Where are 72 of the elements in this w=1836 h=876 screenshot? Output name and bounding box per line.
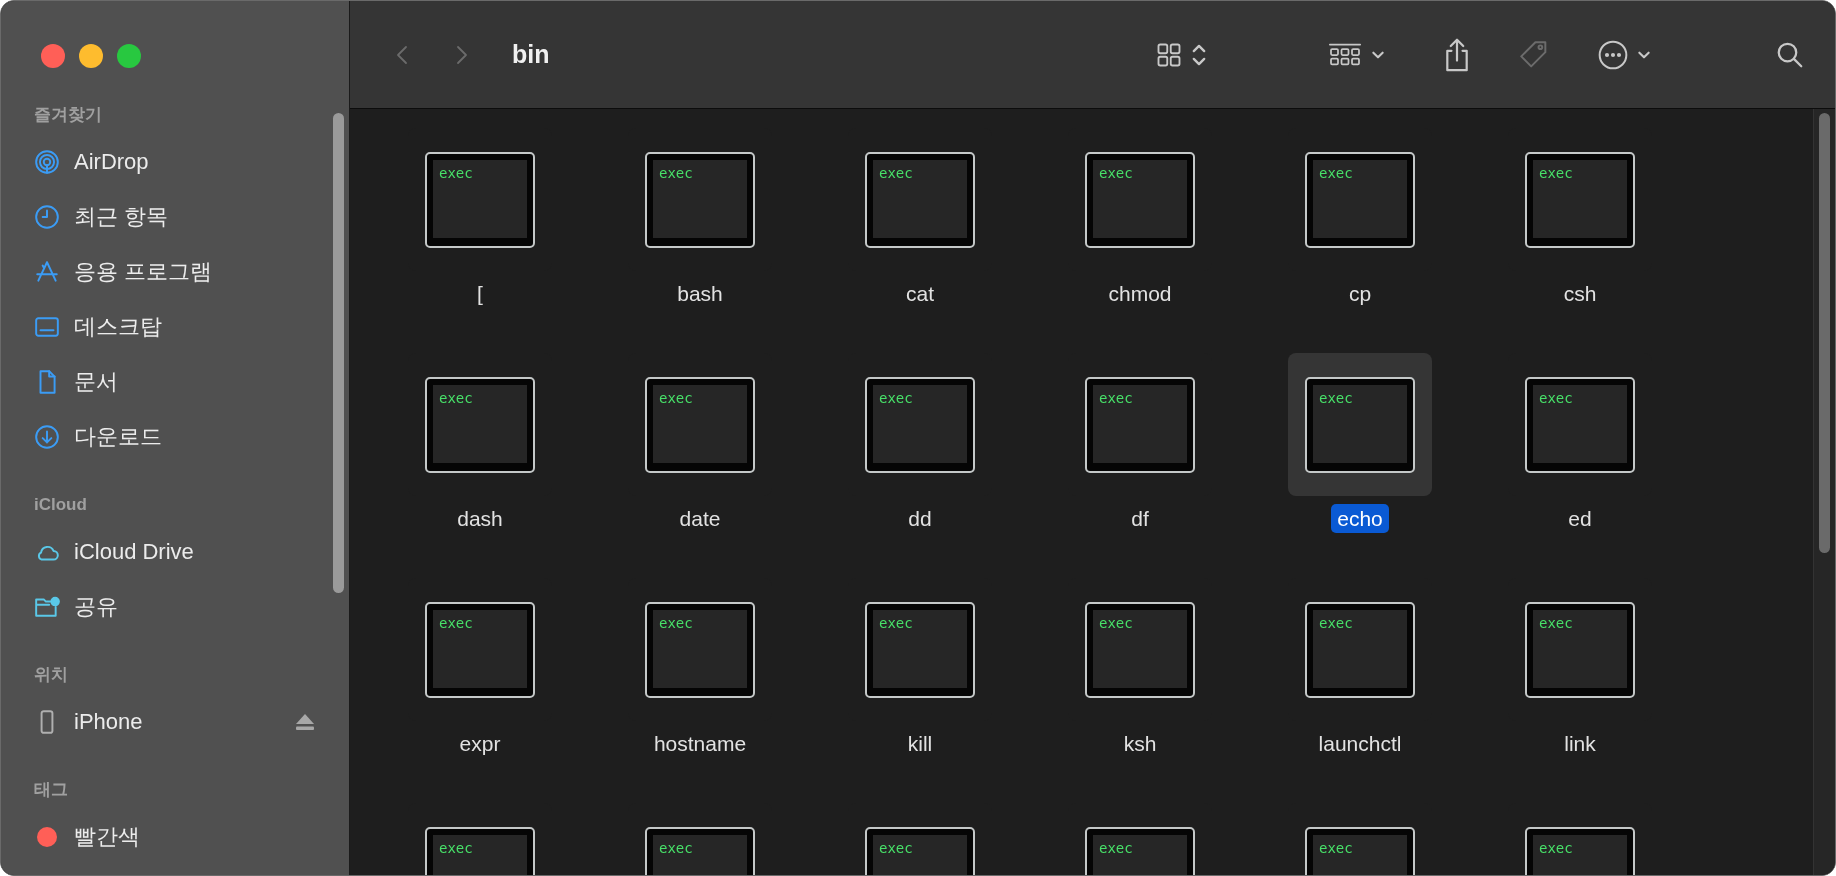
exec-label: exec (1539, 164, 1573, 181)
more-button[interactable] (1597, 38, 1651, 71)
sidebar-section-header: 위치 (34, 664, 69, 686)
sidebar-item[interactable]: 응용 프로그램 (34, 244, 385, 299)
file-name[interactable]: echo (1331, 504, 1389, 533)
zoom-window-icon[interactable] (117, 44, 141, 68)
sidebar-item[interactable]: iPhone (34, 694, 385, 749)
sidebar-section-header: 즐겨찾기 (34, 104, 103, 126)
exec-label: exec (1539, 389, 1573, 406)
file-name[interactable]: hostname (647, 729, 753, 758)
file-name[interactable]: kill (901, 729, 939, 758)
scrollbar-thumb[interactable] (1819, 113, 1830, 553)
file-item-highlight[interactable]: exec (1288, 353, 1432, 496)
airdrop-icon (34, 148, 60, 175)
app-store-icon (34, 258, 60, 285)
scrollbar-thumb[interactable] (333, 113, 344, 593)
exec-label: exec (439, 614, 473, 631)
file-name[interactable]: expr (453, 729, 507, 758)
file-name[interactable]: chmod (1102, 279, 1178, 308)
file-name[interactable]: dd (902, 504, 938, 533)
exec-label: exec (659, 614, 693, 631)
file-name[interactable]: launchctl (1312, 729, 1408, 758)
close-window-icon[interactable] (41, 44, 65, 68)
exec-label: exec (879, 839, 913, 856)
exec-label: exec (659, 839, 693, 856)
share-button[interactable] (1443, 36, 1471, 73)
share-icon (1443, 36, 1471, 73)
file-name[interactable]: link (1558, 729, 1602, 758)
sidebar-item[interactable]: 다운로드 (34, 409, 385, 464)
ellipsis-circle-icon (1597, 38, 1629, 71)
sidebar-item[interactable]: AirDrop (34, 134, 385, 189)
file-name[interactable]: cp (1342, 279, 1378, 308)
exec-label: exec (439, 389, 473, 406)
download-icon (34, 423, 60, 450)
file-name[interactable]: ed (1562, 504, 1598, 533)
file-name[interactable]: date (673, 504, 727, 533)
file-name[interactable]: bash (671, 279, 729, 308)
exec-label: exec (1099, 389, 1133, 406)
file-name[interactable]: df (1125, 504, 1155, 533)
exec-label: exec (1319, 164, 1353, 181)
exec-label: exec (1099, 164, 1133, 181)
exec-label: exec (659, 164, 693, 181)
exec-label: exec (1099, 614, 1133, 631)
file-name[interactable]: [ (471, 279, 489, 308)
minimize-window-icon[interactable] (79, 44, 103, 68)
eject-icon[interactable] (295, 712, 315, 731)
sidebar-section-header: iCloud (34, 494, 88, 516)
file-name[interactable]: csh (1557, 279, 1603, 308)
exec-label: exec (1539, 839, 1573, 856)
sidebar-item[interactable]: iCloud Drive (34, 524, 385, 579)
exec-label: exec (439, 164, 473, 181)
exec-label: exec (1319, 614, 1353, 631)
sidebar-item[interactable]: 데스크탑 (34, 299, 385, 354)
exec-label: exec (1319, 839, 1353, 856)
exec-label: exec (879, 614, 913, 631)
file-name[interactable]: ksh (1117, 729, 1163, 758)
exec-label: exec (1539, 614, 1573, 631)
file-name[interactable]: dash (451, 504, 509, 533)
exec-label: exec (659, 389, 693, 406)
window-title: bin (512, 38, 550, 70)
sidebar-item[interactable]: 문서 (34, 354, 385, 409)
clock-icon (34, 203, 60, 230)
exec-label: exec (879, 164, 913, 181)
sidebar-item[interactable]: 공유 (34, 579, 385, 634)
exec-label: exec (439, 839, 473, 856)
file-name[interactable]: cat (900, 279, 940, 308)
exec-label: exec (1319, 389, 1353, 406)
sidebar-item[interactable]: 빨간색 (34, 809, 385, 864)
sidebar-section-header: 태그 (34, 779, 69, 801)
exec-label: exec (1099, 839, 1133, 856)
exec-label: exec (879, 389, 913, 406)
sidebar-item[interactable]: 최근 항목 (34, 189, 385, 244)
